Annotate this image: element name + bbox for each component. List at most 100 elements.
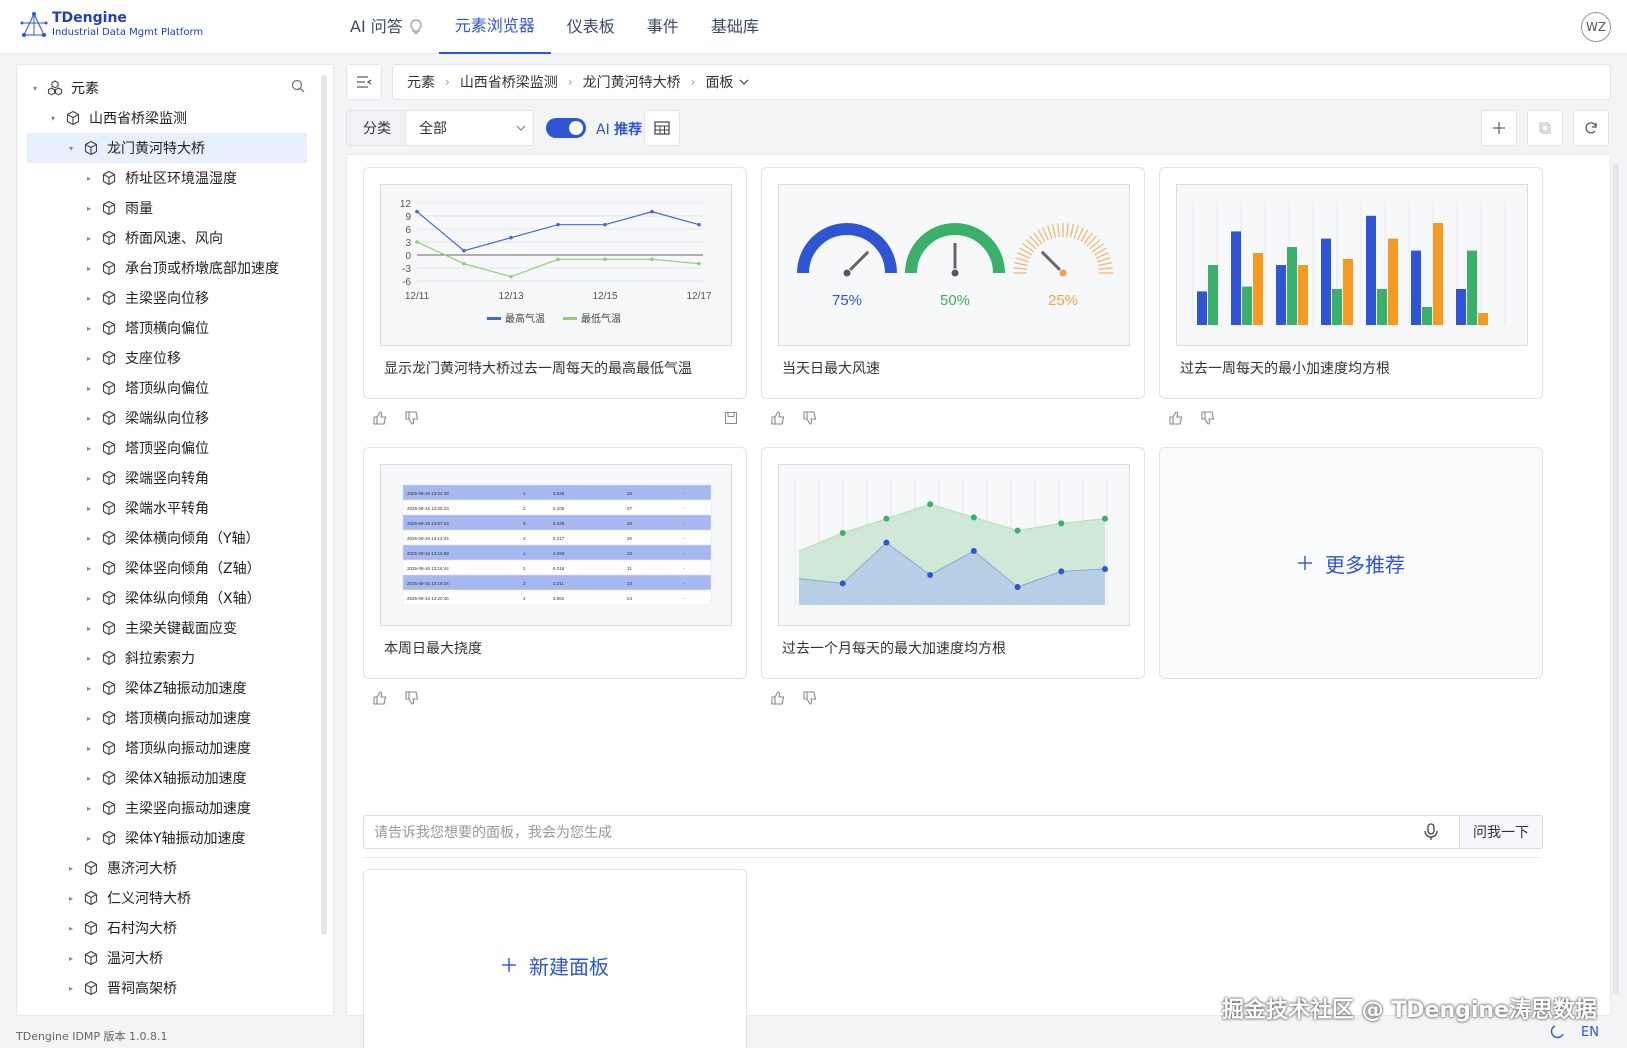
refresh-button[interactable] <box>1573 110 1609 146</box>
tree-item[interactable]: ▸ 晋祠高架桥 <box>27 973 307 1003</box>
tree-item[interactable]: ▸ 仁义河特大桥 <box>27 883 307 913</box>
caret-right-icon[interactable]: ▸ <box>83 474 95 483</box>
caret-right-icon[interactable]: ▸ <box>83 534 95 543</box>
add-button[interactable] <box>1481 110 1517 146</box>
caret-right-icon[interactable]: ▸ <box>83 384 95 393</box>
recommend-card[interactable]: 12 9 6 3 0 -3 -6 12/11 12/13 12/15 12/17 最高气温 最低气温 显… <box>363 167 747 399</box>
tree-item[interactable]: ▸ 梁体Y轴振动加速度 <box>27 823 307 853</box>
nav-events[interactable]: 事件 <box>631 0 695 54</box>
tree-item[interactable]: ▸ 惠济河大桥 <box>27 853 307 883</box>
thumbs-down-icon[interactable] <box>1201 411 1215 425</box>
collapse-sidebar-button[interactable] <box>346 64 382 100</box>
thumbs-up-icon[interactable] <box>373 691 387 705</box>
recommend-card[interactable]: 过去一周每天的最小加速度均方根 <box>1159 167 1543 399</box>
tree-item[interactable]: ▸ 塔顶竖向偏位 <box>27 433 307 463</box>
caret-right-icon[interactable]: ▸ <box>83 264 95 273</box>
recommend-card[interactable]: 2025-09-16 13:02:48 1 3.045 25-2025-09-16 1… <box>363 447 747 679</box>
language-switch[interactable]: EN <box>1581 1025 1599 1040</box>
tree-item[interactable]: ▸ 桥址区环境温湿度 <box>27 163 307 193</box>
tree-item[interactable]: ▸ 斜拉索索力 <box>27 643 307 673</box>
tree-item[interactable]: ▸ 塔顶纵向振动加速度 <box>27 733 307 763</box>
tree-item[interactable]: ▸ 梁端纵向位移 <box>27 403 307 433</box>
avatar[interactable]: WZ <box>1581 12 1611 42</box>
caret-right-icon[interactable]: ▸ <box>83 444 95 453</box>
tree-item[interactable]: ▸ 梁端竖向转角 <box>27 463 307 493</box>
caret-right-icon[interactable]: ▸ <box>65 984 77 993</box>
caret-right-icon[interactable]: ▸ <box>83 714 95 723</box>
logo[interactable]: TDengine Industrial Data Mgmt Platform <box>20 10 203 39</box>
tree-item[interactable]: ▸ 石村沟大桥 <box>27 913 307 943</box>
chevron-down-icon[interactable] <box>739 77 749 87</box>
moon-icon[interactable] <box>1549 1024 1565 1040</box>
sidebar-scrollbar[interactable] <box>321 75 327 935</box>
nav-dashboard[interactable]: 仪表板 <box>551 0 631 54</box>
thumbs-down-icon[interactable] <box>405 691 419 705</box>
caret-right-icon[interactable]: ▸ <box>83 354 95 363</box>
copy-button[interactable] <box>1527 110 1563 146</box>
caret-right-icon[interactable]: ▸ <box>65 894 77 903</box>
tree-item[interactable]: ▸ 温河大桥 <box>27 943 307 973</box>
caret-right-icon[interactable]: ▸ <box>83 594 95 603</box>
table-view-button[interactable] <box>644 110 680 146</box>
caret-right-icon[interactable]: ▸ <box>83 414 95 423</box>
caret-right-icon[interactable]: ▸ <box>83 624 95 633</box>
nav-element-browser[interactable]: 元素浏览器 <box>438 0 551 54</box>
tree-item[interactable]: ▸ 塔顶纵向偏位 <box>27 373 307 403</box>
tree-item-selected[interactable]: ▾ 龙门黄河特大桥 <box>27 133 307 163</box>
thumbs-down-icon[interactable] <box>405 411 419 425</box>
recommend-card[interactable]: 75% 50% 25% 当天日最大风速 <box>761 167 1145 399</box>
tree-item[interactable]: ▸ 塔顶横向振动加速度 <box>27 703 307 733</box>
caret-right-icon[interactable]: ▸ <box>83 174 95 183</box>
tree-item[interactable]: ▸ 主梁竖向位移 <box>27 283 307 313</box>
tree-item[interactable]: ▾ 山西省桥梁监测 <box>27 103 307 133</box>
caret-down-icon[interactable]: ▾ <box>29 84 41 93</box>
caret-right-icon[interactable]: ▸ <box>83 564 95 573</box>
tree-item[interactable]: ▸ 梁体纵向倾角（X轴） <box>27 583 307 613</box>
caret-right-icon[interactable]: ▸ <box>83 744 95 753</box>
caret-right-icon[interactable]: ▸ <box>83 804 95 813</box>
caret-right-icon[interactable]: ▸ <box>83 834 95 843</box>
caret-down-icon[interactable]: ▾ <box>47 114 59 123</box>
thumbs-down-icon[interactable] <box>803 411 817 425</box>
caret-right-icon[interactable]: ▸ <box>83 654 95 663</box>
recommend-card[interactable]: 过去一个月每天的最大加速度均方根 <box>761 447 1145 679</box>
ask-button[interactable]: 问我一下 <box>1459 815 1543 849</box>
breadcrumb-item[interactable]: 山西省桥梁监测 <box>460 72 558 92</box>
main-scrollbar[interactable] <box>1613 164 1619 994</box>
caret-right-icon[interactable]: ▸ <box>83 294 95 303</box>
thumbs-up-icon[interactable] <box>1169 411 1183 425</box>
tree-item[interactable]: ▸ 承台顶或桥墩底部加速度 <box>27 253 307 283</box>
tree-item[interactable]: ▸ 梁体竖向倾角（Z轴） <box>27 553 307 583</box>
caret-right-icon[interactable]: ▸ <box>83 684 95 693</box>
tree-item[interactable]: ▸ 桥面风速、风向 <box>27 223 307 253</box>
caret-right-icon[interactable]: ▸ <box>83 234 95 243</box>
caret-right-icon[interactable]: ▸ <box>65 864 77 873</box>
nav-library[interactable]: 基础库 <box>695 0 775 54</box>
caret-right-icon[interactable]: ▸ <box>83 504 95 513</box>
tree-item[interactable]: ▸ 支座位移 <box>27 343 307 373</box>
tree-item[interactable]: ▸ 主梁关键截面应变 <box>27 613 307 643</box>
new-panel-card[interactable]: 新建面板 <box>363 869 747 1048</box>
microphone-icon[interactable] <box>1424 823 1438 841</box>
category-select[interactable]: 分类 全部 <box>346 110 534 146</box>
breadcrumb-item[interactable]: 龙门黄河特大桥 <box>583 72 681 92</box>
ask-input[interactable] <box>364 816 1444 848</box>
caret-right-icon[interactable]: ▸ <box>83 774 95 783</box>
tree-item[interactable]: ▸ 塔顶横向偏位 <box>27 313 307 343</box>
caret-down-icon[interactable]: ▾ <box>65 144 77 153</box>
tree-item[interactable]: ▸ 梁体横向倾角（Y轴） <box>27 523 307 553</box>
tree-item[interactable]: ▸ 雨量 <box>27 193 307 223</box>
thumbs-up-icon[interactable] <box>771 691 785 705</box>
caret-right-icon[interactable]: ▸ <box>65 924 77 933</box>
thumbs-up-icon[interactable] <box>373 411 387 425</box>
breadcrumb-item[interactable]: 面板 <box>705 72 733 92</box>
thumbs-down-icon[interactable] <box>803 691 817 705</box>
save-icon[interactable] <box>724 411 738 425</box>
tree-item[interactable]: ▸ 梁体Z轴振动加速度 <box>27 673 307 703</box>
caret-right-icon[interactable]: ▸ <box>83 324 95 333</box>
search-icon[interactable] <box>291 79 305 93</box>
caret-right-icon[interactable]: ▸ <box>65 954 77 963</box>
ai-recommend-toggle[interactable] <box>546 118 586 138</box>
tree-root[interactable]: ▾ 元素 <box>27 73 307 103</box>
thumbs-up-icon[interactable] <box>771 411 785 425</box>
